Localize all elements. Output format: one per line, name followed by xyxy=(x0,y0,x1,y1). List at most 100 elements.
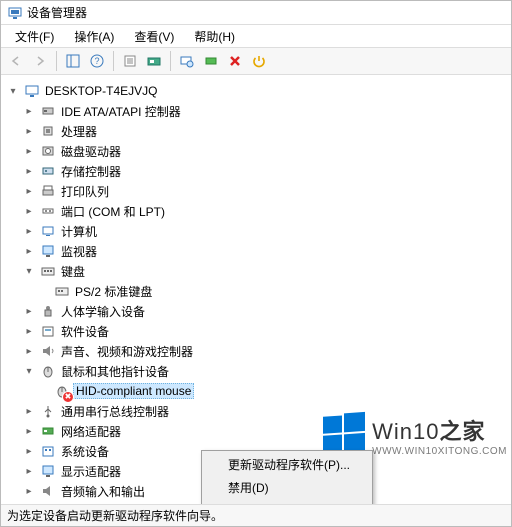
expander-icon[interactable]: ▸ xyxy=(23,405,35,417)
node-label: 鼠标和其他指针设备 xyxy=(59,363,171,380)
storage-icon xyxy=(40,163,56,179)
expander-icon[interactable]: ▸ xyxy=(23,485,35,497)
tree-node-monitor[interactable]: ▸ 监视器 xyxy=(5,241,507,261)
toolbar-separator xyxy=(56,51,57,71)
node-label: 显示适配器 xyxy=(59,463,123,480)
expander-icon[interactable]: ▸ xyxy=(23,145,35,157)
show-hide-tree-button[interactable] xyxy=(62,50,84,72)
node-label: 人体学输入设备 xyxy=(59,303,147,320)
statusbar: 为选定设备启动更新驱动程序软件向导。 xyxy=(1,504,511,526)
device-tree[interactable]: ▾ DESKTOP-T4EJVJQ ▸ IDE ATA/ATAPI 控制器 ▸ 处理… xyxy=(1,75,511,504)
toolbar: ? xyxy=(1,47,511,75)
printer-icon xyxy=(40,183,56,199)
controller-icon xyxy=(40,103,56,119)
tree-node-network[interactable]: ▸ 网络适配器 xyxy=(5,421,507,441)
menu-view[interactable]: 查看(V) xyxy=(124,26,184,47)
expander-icon[interactable]: ▸ xyxy=(23,225,35,237)
scan-hardware-button[interactable] xyxy=(176,50,198,72)
titlebar: 设备管理器 xyxy=(1,1,511,25)
tree-node-ide[interactable]: ▸ IDE ATA/ATAPI 控制器 xyxy=(5,101,507,121)
expander-icon[interactable]: ▸ xyxy=(23,445,35,457)
context-menu: 更新驱动程序软件(P)... 禁用(D) 卸载(U) 扫描检测硬件改动(A) 属… xyxy=(201,450,373,504)
toolbar-separator xyxy=(170,51,171,71)
tree-node-storage[interactable]: ▸存储控制器 xyxy=(5,161,507,181)
node-label: 声音、视频和游戏控制器 xyxy=(59,343,195,360)
expander-icon[interactable]: ▸ xyxy=(23,105,35,117)
tree-node-keyboard[interactable]: ▾键盘 xyxy=(5,261,507,281)
tree-node-keyboard-child[interactable]: PS/2 标准键盘 xyxy=(5,281,507,301)
tree-node-computer[interactable]: ▸ 计算机 xyxy=(5,221,507,241)
update-driver-button[interactable] xyxy=(143,50,165,72)
network-icon xyxy=(40,423,56,439)
node-label: IDE ATA/ATAPI 控制器 xyxy=(59,103,183,120)
node-label: 系统设备 xyxy=(59,443,111,460)
expander-icon[interactable]: ▾ xyxy=(23,365,35,377)
node-label: 计算机 xyxy=(59,223,99,240)
tree-node-hid[interactable]: ▸ 人体学输入设备 xyxy=(5,301,507,321)
nav-forward-button[interactable] xyxy=(29,50,51,72)
menubar: 文件(F) 操作(A) 查看(V) 帮助(H) xyxy=(1,25,511,47)
expander-icon[interactable]: ▸ xyxy=(23,185,35,197)
expander-icon[interactable]: ▾ xyxy=(23,265,35,277)
menu-action[interactable]: 操作(A) xyxy=(64,26,124,47)
enable-button[interactable] xyxy=(200,50,222,72)
tree-node-mouse[interactable]: ▾ 鼠标和其他指针设备 xyxy=(5,361,507,381)
uninstall-button[interactable] xyxy=(224,50,246,72)
expander-icon[interactable]: ▸ xyxy=(23,245,35,257)
expander-icon[interactable]: ▾ xyxy=(7,85,19,97)
display-icon xyxy=(40,463,56,479)
tree-node-mouse-child[interactable]: HID-compliant mouse xyxy=(5,381,507,401)
node-label: 软件设备 xyxy=(59,323,111,340)
expander-icon[interactable]: ▸ xyxy=(23,305,35,317)
expander-icon[interactable]: ▸ xyxy=(23,425,35,437)
audio-icon xyxy=(40,483,56,499)
software-icon xyxy=(40,323,56,339)
status-text: 为选定设备启动更新驱动程序软件向导。 xyxy=(7,507,223,524)
computer-small-icon xyxy=(40,223,56,239)
ctx-disable[interactable]: 禁用(D) xyxy=(204,476,370,499)
node-label: 处理器 xyxy=(59,123,99,140)
usb-icon xyxy=(40,403,56,419)
node-label: 监视器 xyxy=(59,243,99,260)
help-button[interactable]: ? xyxy=(86,50,108,72)
tree-node-usb[interactable]: ▸ 通用串行总线控制器 xyxy=(5,401,507,421)
computer-icon xyxy=(24,83,40,99)
keyboard-icon xyxy=(54,283,70,299)
monitor-icon xyxy=(40,243,56,259)
node-label: 音频输入和输出 xyxy=(59,483,147,500)
hid-icon xyxy=(40,303,56,319)
node-label: 网络适配器 xyxy=(59,423,123,440)
menu-help[interactable]: 帮助(H) xyxy=(184,26,245,47)
mouse-icon xyxy=(40,363,56,379)
tree-node-ports[interactable]: ▸端口 (COM 和 LPT) xyxy=(5,201,507,221)
expander-icon[interactable]: ▸ xyxy=(23,325,35,337)
window-title: 设备管理器 xyxy=(27,4,87,21)
tree-root[interactable]: ▾ DESKTOP-T4EJVJQ xyxy=(5,81,507,101)
ctx-update-driver[interactable]: 更新驱动程序软件(P)... xyxy=(204,453,370,476)
tree-node-cpu[interactable]: ▸ 处理器 xyxy=(5,121,507,141)
toolbar-separator xyxy=(113,51,114,71)
menu-file[interactable]: 文件(F) xyxy=(5,26,64,47)
expander-icon[interactable]: ▸ xyxy=(23,345,35,357)
expander-icon[interactable]: ▸ xyxy=(23,125,35,137)
node-label: 磁盘驱动器 xyxy=(59,143,123,160)
sound-icon xyxy=(40,343,56,359)
node-label: 通用串行总线控制器 xyxy=(59,403,171,420)
keyboard-icon xyxy=(40,263,56,279)
expander-icon[interactable]: ▸ xyxy=(23,165,35,177)
nav-back-button[interactable] xyxy=(5,50,27,72)
tree-node-software[interactable]: ▸ 软件设备 xyxy=(5,321,507,341)
disable-button[interactable] xyxy=(248,50,270,72)
svg-text:?: ? xyxy=(94,56,99,66)
system-icon xyxy=(40,443,56,459)
expander-icon[interactable]: ▸ xyxy=(23,205,35,217)
node-label: HID-compliant mouse xyxy=(73,383,194,399)
expander-icon[interactable]: ▸ xyxy=(23,465,35,477)
port-icon xyxy=(40,203,56,219)
tree-node-sound[interactable]: ▸ 声音、视频和游戏控制器 xyxy=(5,341,507,361)
properties-button[interactable] xyxy=(119,50,141,72)
tree-node-disk[interactable]: ▸ 磁盘驱动器 xyxy=(5,141,507,161)
tree-node-print[interactable]: ▸打印队列 xyxy=(5,181,507,201)
device-manager-window: 设备管理器 文件(F) 操作(A) 查看(V) 帮助(H) ? xyxy=(0,0,512,527)
ctx-uninstall[interactable]: 卸载(U) xyxy=(204,499,370,504)
